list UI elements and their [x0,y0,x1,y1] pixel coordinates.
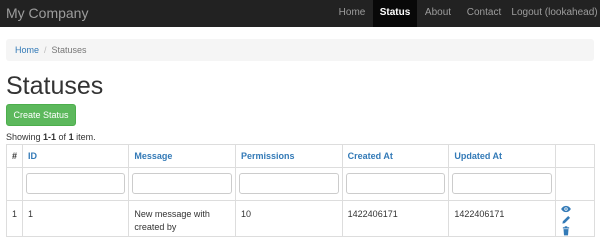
filter-permissions-input[interactable] [238,173,339,194]
filter-cell-empty [5,167,24,201]
navbar: My Company Home Status About Contact Log… [0,0,600,27]
nav-item-logout[interactable]: Logout (lookahead) [509,0,600,27]
cell-permissions: 10 [234,200,343,237]
summary-text: Showing 1-1 of 1 item. [6,132,96,142]
table-row: 1 1 New message with created by 10 14224… [5,200,595,237]
cell-created-at: 1422406171 [341,200,450,237]
filter-message-input[interactable] [132,173,232,194]
pencil-icon[interactable] [561,215,571,225]
summary-range: 1-1 [43,132,57,142]
eye-icon[interactable] [561,204,571,214]
cell-message: New message with created by [128,200,236,237]
nav-item-about[interactable]: About [417,0,459,27]
cell-updated-at: 1422406171 [448,200,556,237]
column-header-id: ID [22,144,130,168]
filter-cell-actions [555,167,595,201]
breadcrumb-separator: / [44,45,47,55]
column-header-created-at: Created At [341,144,450,168]
breadcrumb-current: Statuses [51,45,87,55]
breadcrumb: Home / Statuses [6,39,594,61]
create-status-button[interactable]: Create Status [6,104,76,126]
breadcrumb-home-link[interactable]: Home [15,45,39,55]
sort-updated-at-link[interactable]: Updated At [454,151,502,161]
filter-id-input[interactable] [26,173,126,194]
cell-actions [555,200,595,237]
column-header-number: # [5,144,24,168]
column-header-message: Message [128,144,236,168]
cell-id: 1 [22,200,130,237]
brand-logo[interactable]: My Company [6,0,88,26]
page-title: Statuses [6,72,104,100]
column-header-actions [555,144,595,168]
statuses-table: # ID Message Permissions Created At Upda… [5,144,595,237]
sort-created-at-link[interactable]: Created At [348,151,393,161]
nav-item-contact[interactable]: Contact [459,0,509,27]
sort-id-link[interactable]: ID [28,151,37,161]
filter-created-at-input[interactable] [345,173,446,194]
sort-message-link[interactable]: Message [134,151,172,161]
column-header-permissions: Permissions [234,144,343,168]
filter-updated-at-input[interactable] [452,173,552,194]
cell-number: 1 [5,200,24,237]
column-header-updated-at: Updated At [448,144,556,168]
trash-icon[interactable] [561,226,571,236]
sort-permissions-link[interactable]: Permissions [241,151,295,161]
nav-item-status[interactable]: Status [373,0,417,27]
nav-item-home[interactable]: Home [331,0,373,27]
